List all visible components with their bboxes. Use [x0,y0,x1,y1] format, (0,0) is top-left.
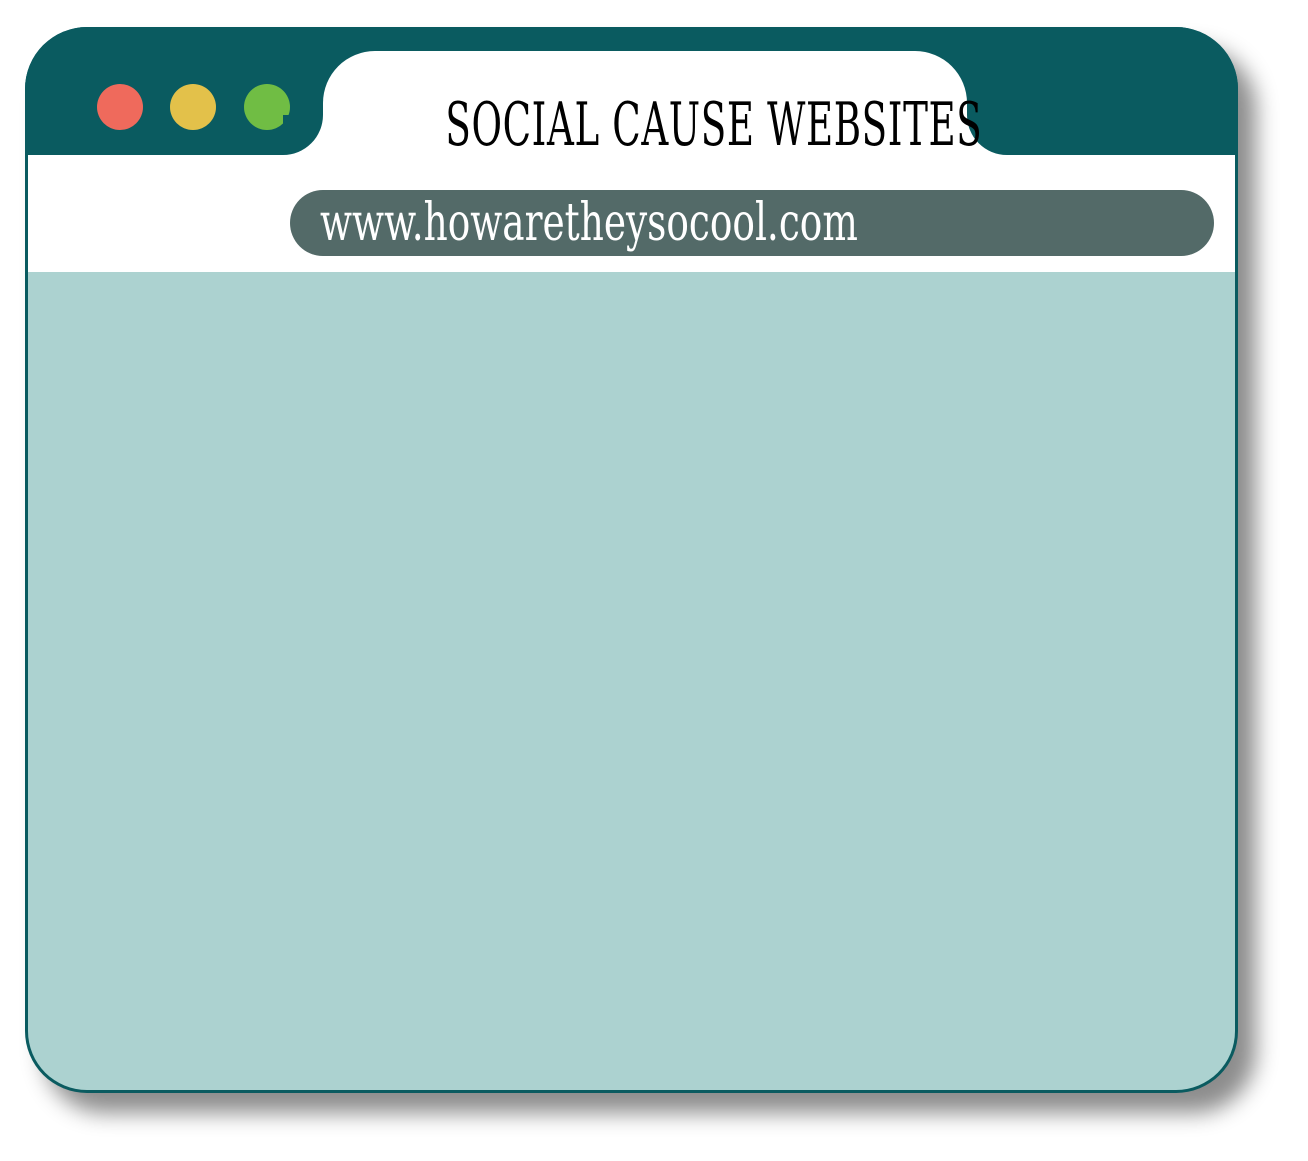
address-bar[interactable]: www.howaretheysocool.com [290,190,1214,256]
url-text: www.howaretheysocool.com [320,193,858,253]
close-button[interactable] [97,84,143,130]
toolbar: www.howaretheysocool.com [28,155,1235,272]
active-tab[interactable]: SOCIAL CAUSE WEBSITES [323,51,983,171]
minimize-button[interactable] [170,84,216,130]
tab-flare-left [283,115,323,155]
page-content [28,272,1235,1090]
tab-strip: SOCIAL CAUSE WEBSITES [25,27,1238,171]
tab-title: SOCIAL CAUSE WEBSITES [445,90,983,160]
browser-window: SOCIAL CAUSE WEBSITES www.howaretheysoco… [25,27,1238,1093]
